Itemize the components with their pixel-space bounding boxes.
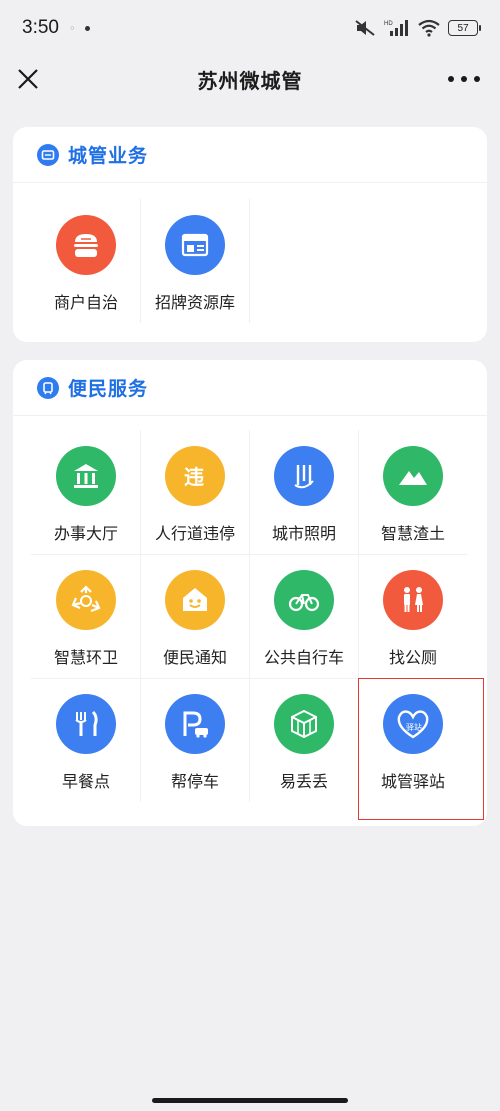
tile-easy-drop[interactable]: 易丢丢 — [249, 678, 359, 802]
tile-label: 早餐点 — [61, 772, 110, 791]
page-title: 苏州微城管 — [197, 68, 303, 93]
notification-icon: ◦ — [68, 21, 76, 35]
parking-icon — [165, 694, 225, 754]
tile-notice[interactable]: 便民通知 — [140, 554, 250, 678]
battery-level: 57 — [457, 22, 469, 34]
tile-label: 人行道违停 — [154, 524, 235, 543]
svg-text:违: 违 — [184, 465, 204, 489]
hd-signal-icon: HD — [384, 20, 408, 36]
toilet-icon — [383, 570, 443, 630]
merchant-icon — [56, 215, 116, 275]
tile-label: 易丢丢 — [279, 772, 328, 791]
tile-breakfast[interactable]: 早餐点 — [31, 678, 141, 802]
service-section-header: 便民服务 — [13, 360, 487, 416]
tile-public-bicycle[interactable]: 公共自行车 — [249, 554, 359, 678]
tile-smart-sanitation[interactable]: 智慧环卫 — [31, 554, 141, 678]
tile-label: 找公厕 — [388, 648, 437, 667]
service-section: 便民服务 办事大厅 违 人行道违停 城市照明 智慧渣土 智慧环卫 便民通知 公共… — [13, 360, 487, 826]
svg-text:HD: HD — [384, 21, 393, 27]
tile-label: 办事大厅 — [53, 524, 118, 543]
tile-label: 公共自行车 — [263, 648, 344, 667]
tile-city-lighting[interactable]: 城市照明 — [249, 430, 359, 554]
status-time: 3:50 — [22, 17, 59, 38]
hall-icon — [56, 446, 116, 506]
tile-service-hall[interactable]: 办事大厅 — [31, 430, 141, 554]
lighting-icon — [274, 446, 334, 506]
service-section-icon — [37, 376, 59, 399]
recycle-icon — [56, 570, 116, 630]
tile-help-parking[interactable]: 帮停车 — [140, 678, 250, 802]
tile-label: 商户自治 — [53, 293, 118, 312]
battery-icon: 57 — [448, 20, 481, 36]
home-indicator[interactable] — [152, 1098, 348, 1103]
tile-label: 招牌资源库 — [154, 293, 235, 312]
breakfast-icon — [56, 694, 116, 754]
trash-cube-icon — [274, 694, 334, 754]
wifi-icon — [418, 19, 440, 37]
close-icon[interactable] — [14, 65, 42, 93]
bicycle-icon — [274, 570, 334, 630]
tile-label: 便民通知 — [162, 648, 227, 667]
business-section: 城管业务 商户自治 招牌资源库 — [13, 127, 487, 342]
signboard-icon — [165, 215, 225, 275]
service-section-title: 便民服务 — [68, 378, 149, 400]
business-section-icon — [37, 143, 59, 166]
tile-smart-muck[interactable]: 智慧渣土 — [358, 430, 468, 554]
tile-find-toilet[interactable]: 找公厕 — [358, 554, 468, 678]
tile-label: 城市照明 — [271, 524, 336, 543]
dot-icon — [85, 25, 91, 31]
mute-icon — [355, 20, 375, 36]
illegal-parking-icon: 违 — [165, 446, 225, 506]
nav-bar: 苏州微城管 — [0, 56, 500, 102]
tile-merchant-autonomy[interactable]: 商户自治 — [31, 199, 141, 323]
tile-sidewalk-parking[interactable]: 违 人行道违停 — [140, 430, 250, 554]
tile-label: 帮停车 — [170, 772, 219, 791]
tile-label: 智慧环卫 — [53, 648, 118, 667]
business-section-title: 城管业务 — [68, 145, 149, 167]
notice-house-icon — [165, 570, 225, 630]
more-icon[interactable] — [448, 70, 480, 88]
status-bar: 3:50 ◦ HD 57 — [0, 0, 500, 56]
tile-signboard-library[interactable]: 招牌资源库 — [140, 199, 250, 323]
highlight-box — [358, 678, 484, 820]
business-section-header: 城管业务 — [13, 127, 487, 183]
mountain-icon — [383, 446, 443, 506]
tile-label: 智慧渣土 — [380, 524, 445, 543]
